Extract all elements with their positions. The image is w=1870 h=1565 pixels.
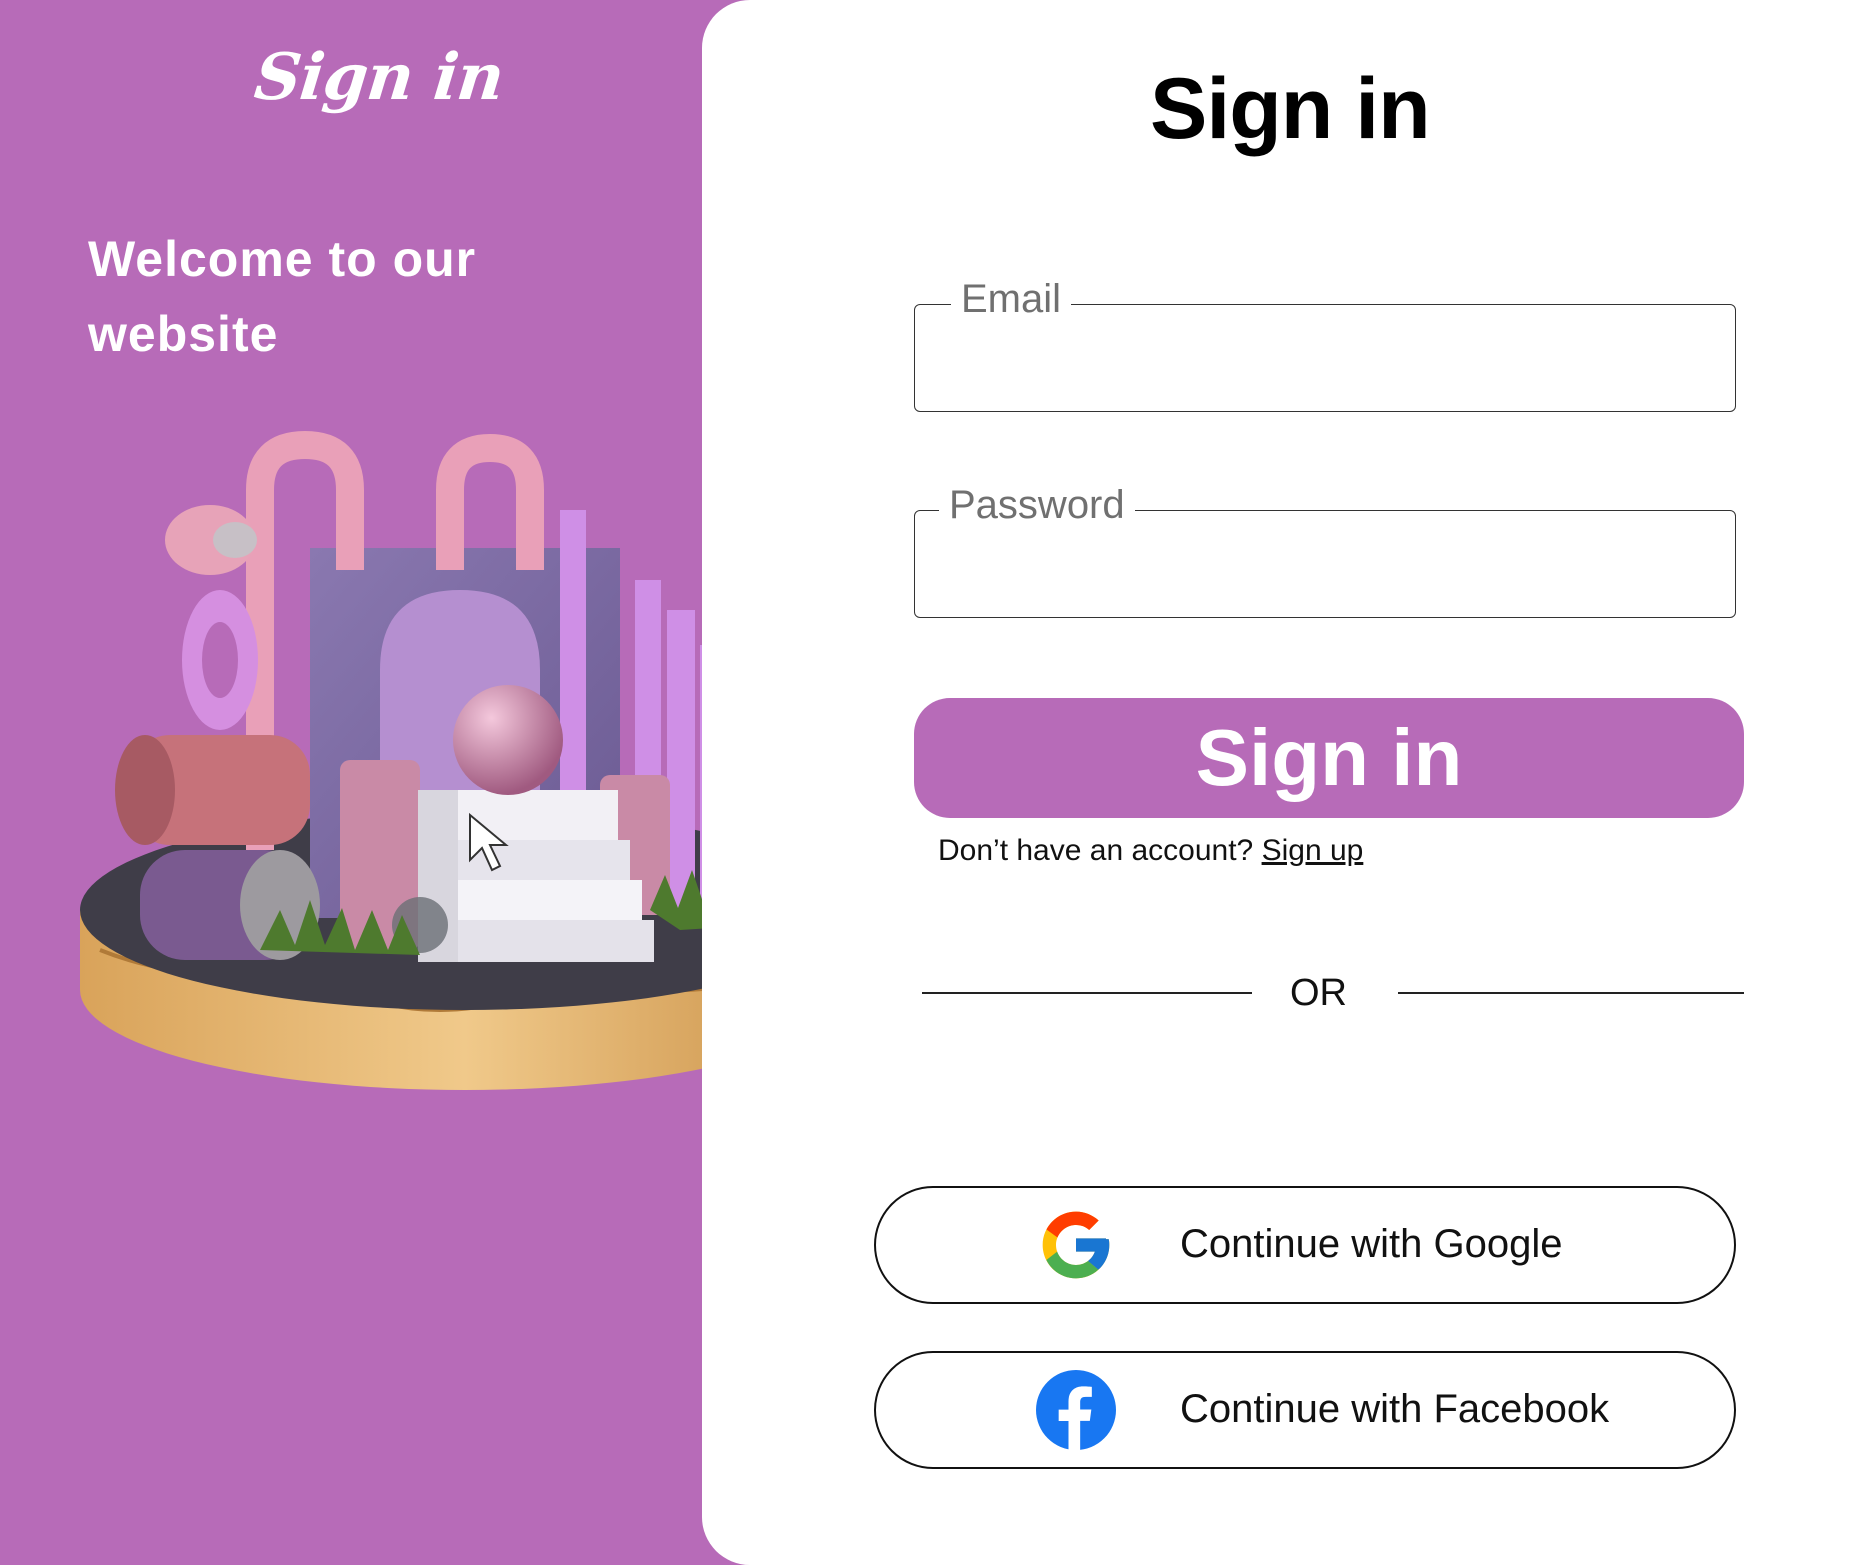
email-input[interactable] (935, 335, 1709, 387)
sign-up-link[interactable]: Sign up (1262, 834, 1364, 867)
password-field[interactable]: Password (914, 483, 1736, 618)
left-panel: Sign in Welcome to our website (0, 0, 850, 1565)
or-divider-text: OR (1290, 972, 1347, 1014)
signup-prompt: Don’t have an account? Sign up (938, 834, 1363, 868)
continue-with-facebook-button[interactable]: Continue with Facebook (874, 1351, 1736, 1469)
email-label: Email (951, 277, 1072, 322)
google-button-label: Continue with Google (1180, 1222, 1563, 1266)
divider-right (1398, 992, 1744, 994)
email-field[interactable]: Email (914, 277, 1736, 412)
account-prompt-text: Don’t have an account? (938, 834, 1254, 867)
password-label: Password (939, 483, 1135, 528)
page-title: Sign in (1150, 61, 1431, 157)
facebook-button-label: Continue with Facebook (1180, 1387, 1610, 1431)
sign-in-button[interactable]: Sign in (914, 698, 1744, 818)
google-icon (1042, 1211, 1110, 1279)
divider-left (922, 992, 1252, 994)
welcome-text: Welcome to our website (88, 231, 477, 362)
facebook-icon (1036, 1370, 1116, 1450)
password-input[interactable] (935, 541, 1709, 593)
brand-title: Sign in (251, 40, 507, 115)
continue-with-google-button[interactable]: Continue with Google (874, 1186, 1736, 1304)
